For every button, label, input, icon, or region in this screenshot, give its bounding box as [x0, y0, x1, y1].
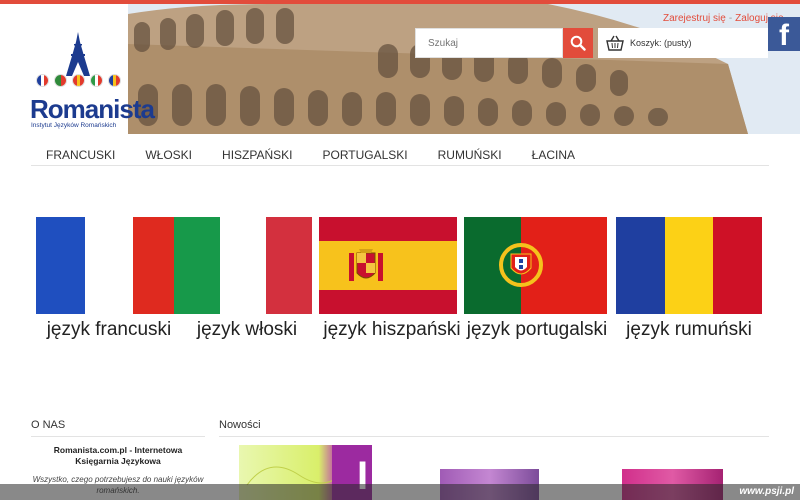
language-card-french[interactable]: język francuski — [36, 217, 182, 340]
romanista-logo[interactable]: Romanista Instytut Języków Romańskich — [26, 32, 155, 134]
portugal-coat-of-arms-icon — [499, 243, 543, 287]
watermark-bar — [0, 484, 800, 500]
cart-button[interactable]: Koszyk: (pusty) — [598, 28, 768, 58]
header: Romanista Instytut Języków Romańskich Za… — [0, 4, 800, 134]
cart-label: Koszyk: (pusty) — [630, 38, 692, 48]
portugal-flag-icon — [54, 74, 67, 87]
search-icon — [570, 35, 586, 51]
italian-flag — [174, 217, 312, 314]
spanish-flag — [319, 217, 457, 314]
france-flag-icon — [36, 74, 49, 87]
auth-links: Zarejestruj się - Zaloguj się — [663, 13, 784, 24]
auth-separator: - — [728, 13, 733, 24]
about-title: O NAS — [31, 419, 66, 431]
register-link[interactable]: Zarejestruj się — [663, 13, 726, 24]
search-box — [415, 28, 563, 58]
nav-item-wloski[interactable]: Włoski — [130, 143, 207, 165]
search-input[interactable] — [416, 29, 562, 57]
about-divider — [31, 436, 205, 437]
language-card-spanish[interactable]: język hiszpański — [319, 217, 461, 340]
spain-flag-icon — [72, 74, 85, 87]
about-heading: Romanista.com.pl - Internetowa Księgarni… — [53, 445, 183, 466]
language-label: język rumuński — [626, 319, 752, 340]
logo-name: Romanista — [30, 94, 155, 124]
basket-icon — [606, 35, 624, 51]
nav-item-francuski[interactable]: Francuski — [31, 143, 130, 165]
main-nav: Francuski Włoski Hiszpański Portugalski … — [31, 143, 769, 166]
portuguese-flag — [464, 217, 607, 314]
search-button[interactable] — [563, 28, 593, 58]
logo-flags — [36, 74, 121, 87]
facebook-button[interactable]: f — [768, 17, 800, 51]
nav-item-portugalski[interactable]: Portugalski — [308, 143, 423, 165]
facebook-icon: f — [779, 19, 789, 52]
spain-coat-of-arms-icon — [349, 249, 383, 281]
logo-subtitle: Instytut Języków Romańskich — [31, 122, 117, 129]
language-card-italian[interactable]: język włoski — [174, 217, 312, 340]
italy-flag-icon — [90, 74, 103, 87]
romania-flag-icon — [108, 74, 121, 87]
french-flag — [36, 217, 182, 314]
nav-item-rumunski[interactable]: Rumuński — [423, 143, 517, 165]
news-title: Nowości — [219, 419, 261, 431]
romanian-flag — [616, 217, 762, 314]
nav-item-lacina[interactable]: Łacina — [517, 143, 590, 165]
nav-item-hiszpanski[interactable]: Hiszpański — [207, 143, 307, 165]
eiffel-tower-icon — [66, 32, 90, 76]
language-card-romanian[interactable]: język rumuński — [616, 217, 762, 340]
watermark: www.psji.pl — [739, 486, 794, 497]
language-card-portuguese[interactable]: język portugalski — [464, 217, 607, 340]
news-divider — [219, 436, 769, 437]
